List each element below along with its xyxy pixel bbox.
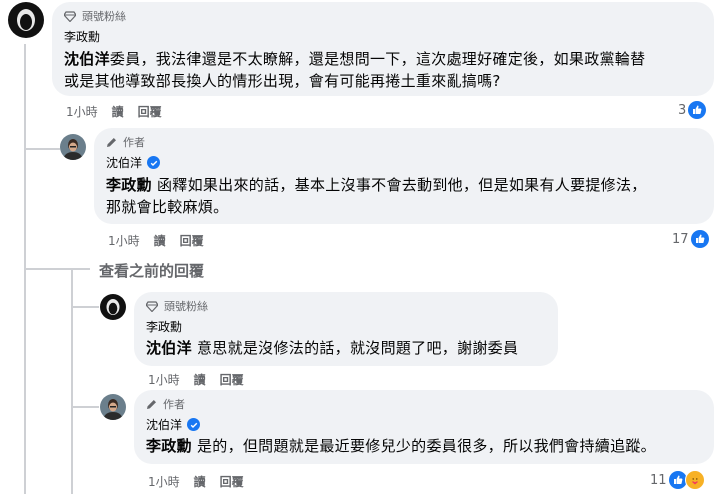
avatar[interactable] — [100, 394, 126, 420]
comment-bubble-2: 作者 沈伯洋 李政勳 函釋如果出來的話，基本上沒事不會去動到他，但是如果有人要提… — [94, 128, 714, 224]
reaction-count[interactable]: 11 — [650, 470, 705, 490]
like-icon — [690, 230, 709, 248]
comment-text: 沈伯洋委員，我法律還是不太瞭解，還是想問一下，這次處理好確定後，如果政黨輪替 或… — [64, 48, 702, 92]
read-button[interactable]: 讀 — [112, 103, 124, 120]
thread-line-sub — [71, 270, 73, 494]
verified-icon — [147, 156, 161, 169]
read-button[interactable]: 讀 — [194, 371, 206, 388]
comment-bubble-4: 作者 沈伯洋 李政勳 是的，但問題就是最近要修兒少的委員很多，所以我們會持續追蹤… — [134, 390, 714, 464]
comment-line: 意思就是沒修法的話，就沒問題了吧，謝謝委員 — [196, 339, 519, 357]
comment-meta: 1小時 讀 回覆 — [148, 371, 244, 388]
timestamp[interactable]: 1小時 — [148, 371, 180, 388]
reaction-number: 17 — [672, 231, 689, 247]
reaction-number: 3 — [678, 102, 687, 118]
badge: 頭號粉絲 — [64, 8, 702, 24]
mention-link[interactable]: 李政勳 — [106, 176, 152, 194]
thread-line-branch-4 — [73, 406, 99, 408]
reply-button[interactable]: 回覆 — [180, 232, 204, 249]
care-icon — [684, 470, 705, 490]
comment-meta: 1小時 讀 回覆 — [148, 473, 244, 490]
reply-button[interactable]: 回覆 — [220, 371, 244, 388]
pencil-icon — [107, 137, 116, 147]
reply-button[interactable]: 回覆 — [138, 103, 162, 120]
thread-line-main-curve — [24, 130, 26, 494]
read-button[interactable]: 讀 — [194, 473, 206, 490]
badge: 作者 — [106, 134, 702, 150]
read-button[interactable]: 讀 — [154, 232, 166, 249]
avatar[interactable] — [8, 2, 44, 38]
comment-meta: 1小時 讀 回覆 — [108, 232, 204, 249]
badge: 作者 — [146, 396, 702, 412]
reply-button[interactable]: 回覆 — [220, 473, 244, 490]
view-previous-replies[interactable]: 查看之前的回覆 — [99, 260, 204, 281]
comment-text: 李政勳 函釋如果出來的話，基本上沒事不會去動到他，但是如果有人要提修法， 那就會… — [106, 174, 702, 218]
reaction-number: 11 — [650, 472, 667, 488]
avatar[interactable] — [100, 294, 126, 320]
comment-bubble-1: 頭號粉絲 李政勳 沈伯洋委員，我法律還是不太瞭解，還是想問一下，這次處理好確定後… — [52, 2, 714, 96]
comment-line: 是的，但問題就是最近要修兒少的委員很多，所以我們會持續追蹤。 — [196, 437, 656, 455]
comment-meta: 1小時 讀 回覆 — [66, 103, 162, 120]
verified-icon — [187, 418, 201, 431]
comment-line: 委員，我法律還是不太瞭解，還是想問一下，這次處理好確定後，如果政黨輪替 — [109, 50, 646, 68]
reaction-count[interactable]: 17 — [672, 230, 709, 248]
comment-line: 或是其他導致部長換人的情形出現，會有可能再捲土重來亂搞嗎? — [64, 72, 501, 90]
badge-label: 作者 — [163, 398, 185, 411]
author-name[interactable]: 沈伯洋 — [106, 154, 142, 171]
timestamp[interactable]: 1小時 — [66, 103, 98, 120]
reaction-count[interactable]: 3 — [678, 101, 707, 119]
timestamp[interactable]: 1小時 — [108, 232, 140, 249]
badge: 頭號粉絲 — [146, 298, 546, 314]
like-icon — [688, 101, 707, 119]
thread-line-branch-2 — [26, 268, 90, 270]
thread-line-main — [24, 44, 26, 140]
like-icon — [668, 471, 687, 489]
mention-link[interactable]: 沈伯洋 — [146, 339, 192, 357]
avatar[interactable] — [60, 134, 86, 160]
author-name[interactable]: 沈伯洋 — [146, 416, 182, 433]
comment-line: 那就會比較麻煩。 — [106, 198, 229, 216]
badge-label: 頭號粉絲 — [82, 10, 126, 23]
badge-label: 頭號粉絲 — [164, 300, 208, 313]
thread-line-branch-1 — [26, 148, 60, 150]
diamond-icon — [146, 300, 158, 312]
badge-label: 作者 — [123, 136, 145, 149]
diamond-icon — [64, 10, 76, 22]
comment-text: 沈伯洋 意思就是沒修法的話，就沒問題了吧，謝謝委員 — [146, 337, 546, 359]
thread-line-branch-3 — [73, 306, 99, 308]
comment-bubble-3: 頭號粉絲 李政勳 沈伯洋 意思就是沒修法的話，就沒問題了吧，謝謝委員 — [134, 292, 558, 366]
author-name[interactable]: 李政勳 — [146, 318, 546, 335]
mention-link[interactable]: 沈伯洋 — [64, 50, 110, 68]
timestamp[interactable]: 1小時 — [148, 473, 180, 490]
comment-text: 李政勳 是的，但問題就是最近要修兒少的委員很多，所以我們會持續追蹤。 — [146, 435, 702, 457]
pencil-icon — [147, 399, 156, 409]
mention-link[interactable]: 李政勳 — [146, 437, 192, 455]
author-name[interactable]: 李政勳 — [64, 28, 702, 45]
comment-line: 函釋如果出來的話，基本上沒事不會去動到他，但是如果有人要提修法， — [156, 176, 647, 194]
